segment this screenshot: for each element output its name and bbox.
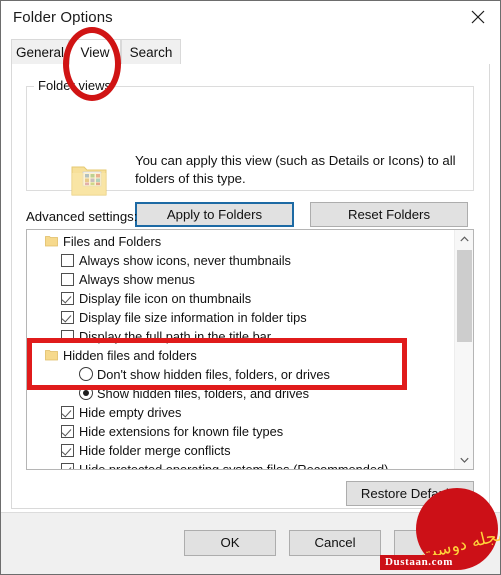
chevron-down-icon — [459, 457, 469, 463]
restore-defaults-button[interactable]: Restore Defaults — [346, 481, 474, 506]
list-item[interactable]: Files and Folders — [27, 232, 454, 251]
list-item-label: Don't show hidden files, folders, or dri… — [97, 367, 330, 382]
advanced-settings-label: Advanced settings: — [26, 209, 138, 224]
list-item[interactable]: Hide protected operating system files (R… — [27, 460, 454, 470]
advanced-settings-rows: Files and Folders Always show icons, nev… — [27, 230, 454, 469]
list-item-label: Hidden files and folders — [63, 348, 197, 363]
checkbox[interactable] — [61, 463, 74, 469]
folder-options-dialog: Folder Options General View Search Folde… — [0, 0, 501, 575]
list-scrollbar[interactable] — [454, 230, 473, 469]
radio-button[interactable] — [79, 386, 93, 400]
list-item-label: Files and Folders — [63, 234, 162, 249]
list-item[interactable]: Display the full path in the title bar — [27, 327, 454, 346]
checkbox[interactable] — [61, 406, 74, 419]
list-item[interactable]: Always show menus — [27, 270, 454, 289]
list-item[interactable]: Always show icons, never thumbnails — [27, 251, 454, 270]
checkbox[interactable] — [61, 311, 74, 324]
folder-icon — [45, 235, 58, 247]
tab-search[interactable]: Search — [121, 39, 181, 65]
close-button[interactable] — [455, 1, 500, 33]
checkbox[interactable] — [61, 425, 74, 438]
list-item[interactable]: Don't show hidden files, folders, or dri… — [27, 365, 454, 384]
list-item-label: Display the full path in the title bar — [79, 329, 272, 344]
folder-views-legend: Folder views — [34, 78, 115, 93]
reset-folders-button[interactable]: Reset Folders — [310, 202, 468, 227]
list-item[interactable]: Hide folder merge conflicts — [27, 441, 454, 460]
radio-button[interactable] — [79, 367, 93, 381]
folder-thumbnails-icon — [70, 163, 108, 197]
list-item[interactable]: Display file size information in folder … — [27, 308, 454, 327]
checkbox[interactable] — [61, 444, 74, 457]
list-item-label: Display file size information in folder … — [79, 310, 307, 325]
window-title: Folder Options — [13, 9, 113, 26]
close-icon — [471, 10, 484, 24]
list-item-label: Hide extensions for known file types — [79, 424, 284, 439]
scroll-down-button[interactable] — [455, 451, 473, 469]
dialog-footer: OK Cancel Apply — [1, 512, 500, 574]
list-item[interactable]: Hidden files and folders — [27, 346, 454, 365]
cancel-button[interactable]: Cancel — [289, 530, 381, 556]
list-item[interactable]: Display file icon on thumbnails — [27, 289, 454, 308]
apply-to-folders-button[interactable]: Apply to Folders — [135, 202, 294, 227]
list-item-label: Hide folder merge conflicts — [79, 443, 231, 458]
list-item[interactable]: Hide empty drives — [27, 403, 454, 422]
list-item-label: Show hidden files, folders, and drives — [97, 386, 309, 401]
tab-strip: General View Search — [11, 39, 490, 66]
folder-views-description: You can apply this view (such as Details… — [135, 153, 456, 186]
tab-view[interactable]: View — [69, 39, 121, 65]
checkbox[interactable] — [61, 292, 74, 305]
list-item[interactable]: Show hidden files, folders, and drives — [27, 384, 454, 403]
scrollbar-thumb[interactable] — [457, 250, 472, 342]
checkbox[interactable] — [61, 254, 74, 267]
list-item[interactable]: Hide extensions for known file types — [27, 422, 454, 441]
list-item-label: Hide empty drives — [79, 405, 182, 420]
list-item-label: Always show menus — [79, 272, 195, 287]
list-item-label: Hide protected operating system files (R… — [79, 462, 389, 470]
scroll-up-button[interactable] — [455, 230, 473, 248]
view-tab-panel: Folder views You can apply this view (su… — [11, 64, 490, 509]
chevron-up-icon — [459, 236, 469, 242]
ok-button[interactable]: OK — [184, 530, 276, 556]
checkbox[interactable] — [61, 330, 74, 343]
list-item-label: Always show icons, never thumbnails — [79, 253, 291, 268]
list-item-label: Display file icon on thumbnails — [79, 291, 252, 306]
folder-icon — [45, 349, 58, 361]
title-bar: Folder Options — [1, 1, 500, 37]
advanced-settings-list[interactable]: Files and Folders Always show icons, nev… — [26, 229, 474, 470]
tab-general[interactable]: General — [11, 39, 69, 65]
checkbox[interactable] — [61, 273, 74, 286]
apply-button[interactable]: Apply — [394, 530, 486, 556]
